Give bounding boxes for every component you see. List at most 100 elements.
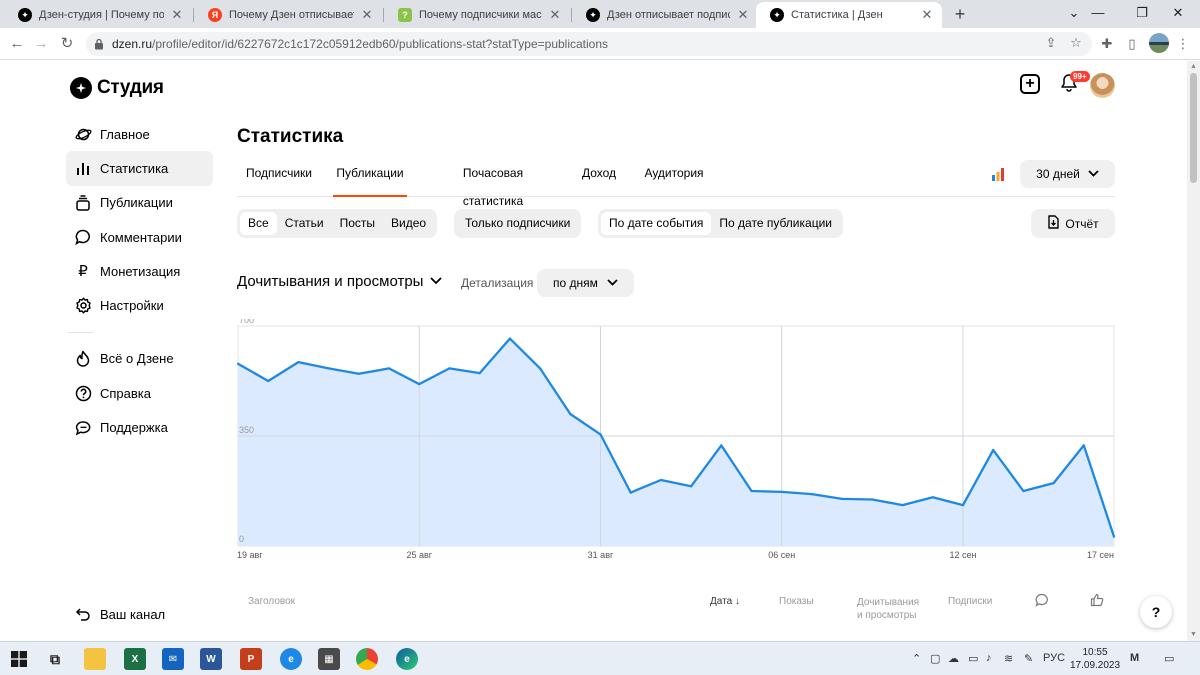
tray-cloud-icon[interactable]: ☁	[948, 652, 959, 665]
side-panel-icon[interactable]: ▯	[1121, 33, 1143, 55]
column-likes[interactable]	[1090, 593, 1104, 610]
sidebar-item-publications[interactable]: Публикации	[66, 186, 213, 220]
tray-wifi-icon[interactable]: ≋	[1004, 652, 1013, 665]
new-tab-icon[interactable]: +	[950, 4, 970, 24]
mail-icon[interactable]: ✉	[162, 648, 184, 670]
chart-type-icon[interactable]	[991, 167, 1005, 181]
browser-tab[interactable]: ✦ Дзен отписывает подписчиков ✕	[572, 2, 758, 28]
dzen-icon: ✦	[586, 8, 600, 22]
tray-app-icon[interactable]: M	[1130, 652, 1139, 664]
close-icon[interactable]: ✕	[360, 7, 374, 23]
tray-pen-icon[interactable]: ✎	[1024, 652, 1033, 665]
filter-video[interactable]: Видео	[383, 212, 434, 235]
notification-center-icon[interactable]: ▭	[1164, 652, 1174, 665]
calendar-app-icon[interactable]: ▦	[318, 648, 340, 670]
column-reads-views[interactable]: Дочитывания и просмотры	[857, 596, 919, 622]
filter-by-event-date[interactable]: По дате события	[601, 212, 712, 235]
column-date[interactable]: Дата ↓	[710, 596, 740, 607]
powerpoint-icon[interactable]: P	[240, 648, 262, 670]
chart-data-point	[267, 379, 270, 383]
tab-subscribers[interactable]: Подписчики	[237, 159, 321, 197]
scrollbar-thumb[interactable]	[1190, 73, 1197, 183]
sidebar-item-about-dzen[interactable]: Всё о Дзене	[66, 342, 213, 376]
forward-icon[interactable]: →	[30, 33, 52, 55]
filter-by-publication-date[interactable]: По дате публикации	[711, 212, 840, 235]
bookmark-star-icon[interactable]: ☆	[1065, 32, 1087, 54]
detail-select[interactable]: по дням	[537, 269, 634, 297]
browser-menu-icon[interactable]: ⋮	[1172, 33, 1194, 55]
chart-data-point	[901, 504, 904, 507]
report-button[interactable]: Отчёт	[1031, 209, 1115, 238]
tray-expand-icon[interactable]: ⌃	[912, 652, 921, 665]
chart-x-tick-label: 17 сен	[1087, 550, 1114, 560]
sidebar-item-help[interactable]: Справка	[66, 376, 213, 410]
studio-logo[interactable]: Студия	[70, 77, 164, 99]
tab-audience[interactable]: Аудитория	[641, 159, 707, 197]
page-scrollbar[interactable]: ▲ ▼	[1187, 61, 1200, 641]
filter-all[interactable]: Все	[240, 212, 277, 235]
gear-icon	[74, 297, 92, 315]
browser-profile-avatar[interactable]	[1149, 33, 1169, 53]
sidebar-item-your-channel[interactable]: Ваш канал	[66, 597, 213, 631]
column-title[interactable]: Заголовок	[248, 596, 295, 607]
scroll-up-icon[interactable]: ▲	[1187, 61, 1200, 73]
sidebar-item-support[interactable]: Поддержка	[66, 410, 213, 444]
column-comments[interactable]	[1035, 593, 1049, 610]
sidebar-item-monetization[interactable]: ₽ Монетизация	[66, 254, 213, 288]
edge-icon[interactable]: e	[396, 648, 418, 670]
excel-icon[interactable]: X	[124, 648, 146, 670]
close-icon[interactable]: ✕	[736, 7, 750, 23]
tray-volume-icon[interactable]: ♪	[986, 652, 992, 664]
sidebar-item-main[interactable]: Главное	[66, 117, 213, 151]
close-icon[interactable]: ✕	[548, 7, 562, 23]
sidebar-item-comments[interactable]: Комментарии	[66, 220, 213, 254]
chart-x-tick-label: 19 авг	[237, 550, 263, 560]
subscribers-only-toggle[interactable]: Только подписчики	[454, 209, 582, 238]
browser-tab-active[interactable]: ✦ Статистика | Дзен ✕	[756, 2, 942, 28]
minimize-icon[interactable]: —	[1076, 0, 1120, 28]
word-icon[interactable]: W	[200, 648, 222, 670]
tab-income[interactable]: Доход	[577, 159, 621, 197]
period-select[interactable]: 30 дней	[1020, 160, 1115, 188]
windows-start-icon[interactable]	[8, 648, 30, 670]
plus-icon: +	[1025, 75, 1035, 92]
address-bar[interactable]: dzen.ru/profile/editor/id/6227672c1c172c…	[86, 32, 1092, 56]
scroll-down-icon[interactable]: ▼	[1187, 629, 1200, 641]
tray-device-icon[interactable]: ▢	[930, 652, 940, 665]
extensions-icon[interactable]: ✚	[1096, 33, 1118, 55]
window-close-icon[interactable]: ✕	[1156, 0, 1200, 28]
chrome-icon[interactable]	[356, 648, 378, 670]
close-icon[interactable]: ✕	[920, 7, 934, 23]
file-explorer-icon[interactable]	[84, 648, 106, 670]
close-icon[interactable]: ✕	[170, 7, 184, 23]
back-icon[interactable]: ←	[6, 33, 28, 55]
reload-icon[interactable]: ↻	[56, 33, 78, 55]
internet-explorer-icon[interactable]: e	[280, 648, 302, 670]
tray-language[interactable]: РУС	[1043, 652, 1065, 664]
tray-network-icon[interactable]: ▭	[968, 652, 978, 665]
filter-posts[interactable]: Посты	[332, 212, 383, 235]
metric-select[interactable]: Дочитывания и просмотры	[237, 273, 443, 290]
column-impressions[interactable]: Показы	[779, 596, 814, 607]
chart-data-point	[750, 489, 753, 493]
user-avatar[interactable]	[1090, 73, 1115, 98]
task-view-icon[interactable]: ⧉	[44, 648, 66, 670]
browser-tab[interactable]: ? Почему подписчики массово о ✕	[384, 2, 570, 28]
chart-y-tick-label: 0	[239, 534, 244, 544]
taskbar-clock[interactable]: 10:55 17.09.2023	[1070, 646, 1120, 672]
sidebar-item-settings[interactable]: Настройки	[66, 288, 213, 322]
column-subscriptions[interactable]: Подписки	[948, 596, 992, 607]
sidebar-item-statistics[interactable]: Статистика	[66, 151, 213, 186]
tab-publications[interactable]: Публикации	[333, 159, 407, 197]
share-icon[interactable]: ⇪	[1040, 32, 1062, 54]
create-button[interactable]: +	[1020, 74, 1040, 94]
browser-tab[interactable]: ✦ Дзен-студия | Почему подписчик ✕	[4, 2, 192, 28]
browser-tab[interactable]: Я Почему Дзен отписывает подп ✕	[194, 2, 382, 28]
clock-time: 10:55	[1082, 647, 1108, 658]
filter-articles[interactable]: Статьи	[277, 212, 332, 235]
tab-hourly-stats[interactable]: Почасовая статистика	[433, 159, 553, 208]
answers-icon: ?	[398, 8, 412, 22]
help-button[interactable]: ?	[1140, 596, 1172, 628]
chart-data-point	[871, 498, 874, 501]
chart-data-point	[1112, 535, 1116, 538]
